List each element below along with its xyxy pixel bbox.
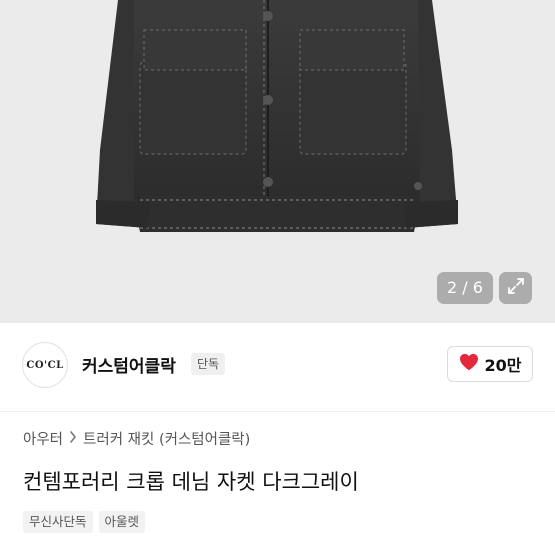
breadcrumb-category[interactable]: 아우터 [23,428,63,449]
breadcrumb-subcategory[interactable]: 트러커 재킷 (커스텀어클락) [83,428,250,449]
brand-logo-text: CO'CL [26,359,64,371]
exclusive-badge: 단독 [191,353,226,375]
image-counter: 2 / 6 [437,272,493,304]
breadcrumb: 아우터 트러커 재킷 (커스텀어클락) [23,428,250,449]
product-image-gallery[interactable]: 2 / 6 [0,0,555,323]
chevron-right-icon [69,430,77,447]
tag-outlet: 아울렛 [98,511,146,533]
product-tags: 무신사단독 아울렛 [23,511,146,533]
brand-row: CO'CL 커스텀어클락 단독 20만 [0,323,555,411]
brand-logo[interactable]: CO'CL [22,342,68,388]
section-divider [0,411,555,412]
product-title: 컨템포러리 크롭 데님 자켓 다크그레이 [23,470,359,494]
expand-arrows-icon [506,276,526,300]
like-button[interactable]: 20만 [447,346,533,382]
heart-icon [459,353,479,375]
tag-musinsa-exclusive: 무신사단독 [23,511,93,533]
brand-name-link[interactable]: 커스텀어클락 [82,352,176,377]
expand-button[interactable] [499,272,532,304]
like-count: 20만 [484,356,522,375]
